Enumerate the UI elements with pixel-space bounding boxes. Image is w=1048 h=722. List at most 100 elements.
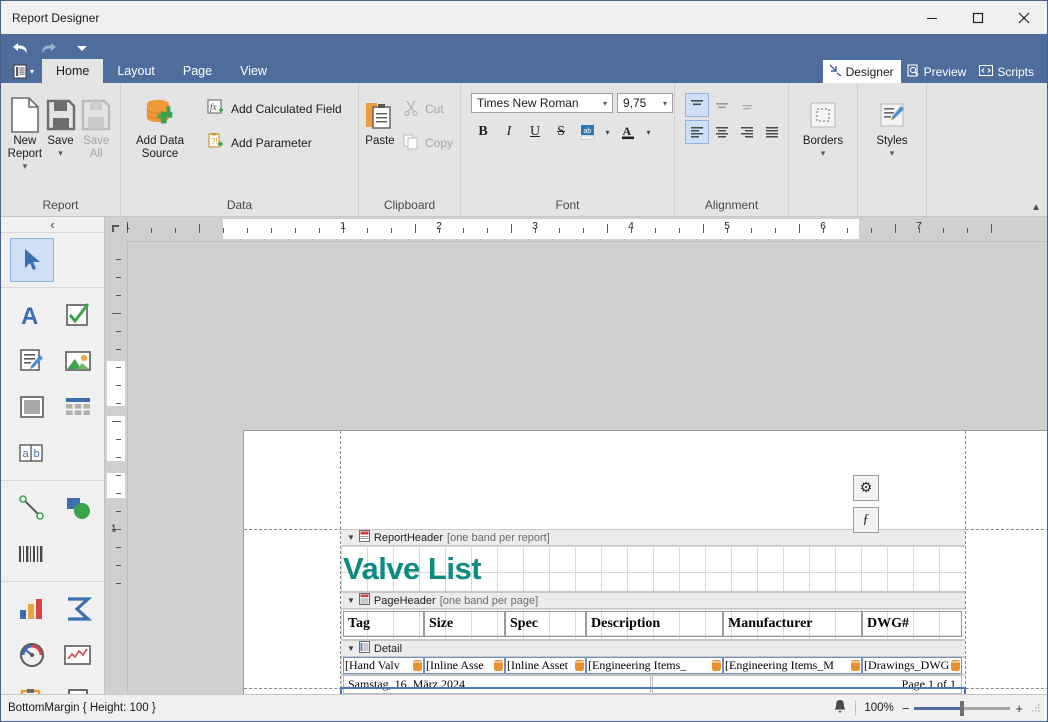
styles-chevron-down-icon[interactable]: ▾ — [890, 149, 895, 158]
smart-tag-gear[interactable]: ⚙ — [853, 475, 879, 501]
copy-button[interactable]: Copy — [397, 130, 459, 156]
tab-page[interactable]: Page — [169, 59, 226, 83]
redo-icon[interactable] — [35, 37, 61, 59]
minimize-button[interactable] — [909, 1, 955, 34]
column-header-tag[interactable]: Tag — [343, 611, 424, 637]
resize-grip[interactable] — [1031, 703, 1041, 713]
font-size-chevron-down-icon[interactable]: ▾ — [658, 99, 672, 108]
application-menu-button[interactable]: ▾ — [5, 59, 42, 83]
customize-quick-access-icon[interactable] — [69, 37, 95, 59]
column-header-dwg[interactable]: DWG# — [862, 611, 962, 637]
bell-icon[interactable] — [833, 699, 847, 717]
cut-button[interactable]: Cut — [397, 96, 459, 122]
band-body-detail[interactable]: [Hand Valv [Inline Asse [Inline Asset [E… — [341, 657, 965, 675]
new-report-chevron-down-icon[interactable]: ▾ — [23, 162, 28, 171]
band-body-pageheader[interactable]: Tag Size Spec Description Manufacturer D… — [341, 609, 965, 640]
new-report-button[interactable]: New Report ▾ — [7, 89, 43, 171]
sparkline-tool[interactable] — [55, 632, 101, 678]
zoom-slider[interactable]: − + — [902, 700, 1023, 716]
detail-field-dwg[interactable]: [Drawings_DWG — [862, 657, 962, 674]
band-header-detail[interactable]: ▼ Detail — [341, 640, 965, 657]
font-size-combo[interactable]: 9,75 ▾ — [617, 93, 673, 113]
page-footer-date[interactable]: Samstag, 16. März 2024 — [343, 675, 651, 694]
tab-layout[interactable]: Layout — [103, 59, 169, 83]
column-header-description[interactable]: Description — [586, 611, 723, 637]
zoom-in-button[interactable]: + — [1015, 701, 1023, 716]
ruler-unit-icon[interactable] — [105, 217, 127, 241]
font-name-combo[interactable]: Times New Roman ▾ — [471, 93, 613, 113]
pivot-grid-tool[interactable] — [55, 586, 101, 632]
horizontal-ruler[interactable]: 1 1 2 3 4 5 6 7 — [105, 217, 1047, 242]
report-page[interactable]: ▼ ReportHeader [one band per report] Val… — [243, 430, 1047, 694]
page-footer-pageinfo[interactable]: Page 1 of 1 — [652, 675, 962, 694]
zoom-slider-thumb[interactable] — [960, 700, 965, 716]
design-surface[interactable]: 1 1 2 3 4 5 6 7 1 ▼ ReportHeader [one ba… — [105, 217, 1047, 694]
detail-field-description[interactable]: [Engineering Items_ — [586, 657, 723, 674]
chart-tool[interactable] — [9, 586, 55, 632]
paste-button[interactable]: Paste — [365, 89, 395, 148]
reportheader-collapse-triangle-icon[interactable]: ▼ — [347, 533, 355, 542]
pageheader-collapse-triangle-icon[interactable]: ▼ — [347, 596, 355, 605]
column-header-size[interactable]: Size — [424, 611, 505, 637]
barcode-tool[interactable] — [9, 531, 55, 577]
add-parameter-button[interactable]: ?! Add Parameter — [201, 130, 348, 156]
zoom-out-button[interactable]: − — [902, 701, 910, 716]
highlight-color-chevron-down-icon[interactable]: ▾ — [601, 120, 614, 144]
label-tool[interactable]: A — [9, 292, 55, 338]
character-comb-tool[interactable]: ab — [9, 430, 55, 476]
smart-tag-function[interactable]: ƒ — [853, 507, 879, 533]
table-tool[interactable] — [55, 384, 101, 430]
highlight-color-icon[interactable]: ab — [575, 120, 599, 144]
report-title-control[interactable]: Valve List — [343, 550, 593, 588]
bold-button[interactable]: B — [471, 120, 495, 144]
toolbox-collapse-button[interactable]: ‹ — [1, 217, 104, 233]
font-color-icon[interactable]: A — [616, 120, 640, 144]
band-body-pagefooter[interactable]: Samstag, 16. März 2024 Page 1 of 1 — [341, 675, 965, 694]
detail-field-size[interactable]: [Inline Asse — [424, 657, 505, 674]
align-center-button[interactable] — [710, 120, 734, 144]
rich-text-tool[interactable] — [9, 338, 55, 384]
font-color-chevron-down-icon[interactable]: ▾ — [642, 120, 655, 144]
pointer-tool[interactable] — [10, 238, 54, 282]
vertical-ruler[interactable]: 1 — [105, 241, 128, 694]
align-justify-button[interactable] — [760, 120, 784, 144]
column-header-spec[interactable]: Spec — [505, 611, 586, 637]
zoom-slider-track[interactable] — [914, 700, 1011, 716]
add-data-source-button[interactable]: Add Data Source — [127, 89, 193, 161]
detail-field-spec[interactable]: [Inline Asset — [505, 657, 586, 674]
align-right-button[interactable] — [735, 120, 759, 144]
styles-button[interactable]: Styles ▾ — [864, 89, 920, 158]
align-bottom-button[interactable] — [735, 93, 759, 117]
strikethrough-button[interactable]: S — [549, 120, 573, 144]
gauge-tool[interactable] — [9, 632, 55, 678]
borders-chevron-down-icon[interactable]: ▾ — [821, 149, 826, 158]
align-left-button[interactable] — [685, 120, 709, 144]
font-name-chevron-down-icon[interactable]: ▾ — [598, 99, 612, 108]
tab-scripts[interactable]: Scripts — [973, 60, 1041, 83]
tab-view[interactable]: View — [226, 59, 281, 83]
save-chevron-down-icon[interactable]: ▾ — [58, 149, 63, 158]
borders-button[interactable]: Borders ▾ — [795, 89, 851, 158]
close-button[interactable] — [1001, 1, 1047, 34]
add-calculated-field-button[interactable]: fx Add Calculated Field — [201, 96, 348, 122]
detail-field-manufacturer[interactable]: [Engineering Items_M — [723, 657, 862, 674]
column-header-manufacturer[interactable]: Manufacturer — [723, 611, 862, 637]
underline-button[interactable]: U — [523, 120, 547, 144]
save-all-button[interactable]: Save All — [78, 89, 114, 161]
shape-tool[interactable] — [55, 485, 101, 531]
tab-designer[interactable]: Designer — [822, 60, 901, 83]
save-button[interactable]: Save ▾ — [43, 89, 79, 158]
italic-button[interactable]: I — [497, 120, 521, 144]
check-box-tool[interactable] — [55, 292, 101, 338]
detail-field-tag[interactable]: [Hand Valv — [343, 657, 424, 674]
picture-box-tool[interactable] — [55, 338, 101, 384]
tab-preview[interactable]: Preview — [901, 60, 974, 83]
line-tool[interactable] — [9, 485, 55, 531]
band-body-reportheader[interactable]: Valve List — [341, 546, 965, 592]
tab-home[interactable]: Home — [42, 59, 104, 83]
detail-collapse-triangle-icon[interactable]: ▼ — [347, 644, 355, 653]
undo-icon[interactable] — [7, 37, 33, 59]
band-header-pageheader[interactable]: ▼ PageHeader [one band per page] — [341, 592, 965, 609]
collapse-ribbon-button[interactable]: ▲ — [1031, 202, 1041, 213]
maximize-button[interactable] — [955, 1, 1001, 34]
